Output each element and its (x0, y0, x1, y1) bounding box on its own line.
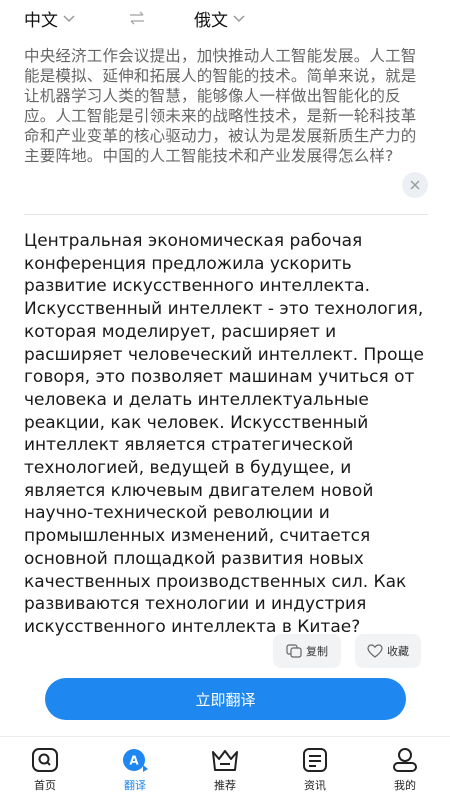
copy-icon (286, 644, 302, 658)
source-language-label: 中文 (24, 11, 58, 31)
translate-now-button[interactable]: 立即翻译 (45, 678, 406, 720)
source-language-selector[interactable]: 中文 (24, 6, 76, 31)
translation-text: Центральная экономическая рабочая конфер… (24, 231, 424, 637)
bottom-nav: 首页 A 翻译 推荐 资讯 我的 (0, 736, 450, 800)
copy-button[interactable]: 复制 (273, 634, 341, 668)
nav-item-news[interactable]: 资讯 (275, 737, 355, 800)
heart-icon (367, 644, 383, 658)
nav-label: 翻译 (124, 779, 146, 792)
swap-languages-icon[interactable] (128, 10, 146, 26)
close-icon (410, 180, 420, 190)
copy-label: 复制 (306, 645, 328, 658)
nav-label: 推荐 (214, 779, 236, 792)
source-text[interactable]: 中央经济工作会议提出，加快推动人工智能发展。人工智能是模拟、延伸和拓展人的智能的… (24, 46, 424, 166)
nav-item-profile[interactable]: 我的 (365, 737, 445, 800)
favorite-label: 收藏 (387, 645, 409, 658)
nav-item-home[interactable]: 首页 (5, 737, 85, 800)
favorite-button[interactable]: 收藏 (355, 634, 421, 668)
chevron-down-icon (63, 14, 75, 22)
nav-item-recommend[interactable]: 推荐 (185, 737, 265, 800)
target-language-selector[interactable]: 俄文 (194, 6, 246, 31)
nav-label: 资讯 (304, 779, 326, 792)
crown-icon (212, 750, 238, 771)
translator-screen: 中文 俄文 中央经济工作会议提出，加快推动人工智能发展。人工智能是模拟、延伸和拓… (0, 0, 450, 800)
clear-button[interactable] (402, 172, 428, 198)
language-bar: 中文 俄文 (0, 0, 450, 36)
profile-icon (393, 748, 417, 772)
news-icon (303, 748, 327, 772)
home-icon (32, 748, 58, 772)
target-language-label: 俄文 (194, 11, 228, 31)
nav-label: 我的 (394, 779, 416, 792)
svg-text:A: A (129, 754, 139, 768)
translate-icon: A (123, 749, 148, 772)
nav-label: 首页 (34, 779, 56, 792)
divider (24, 214, 428, 215)
nav-item-translate[interactable]: A 翻译 (95, 737, 175, 800)
chevron-down-icon (233, 14, 245, 22)
